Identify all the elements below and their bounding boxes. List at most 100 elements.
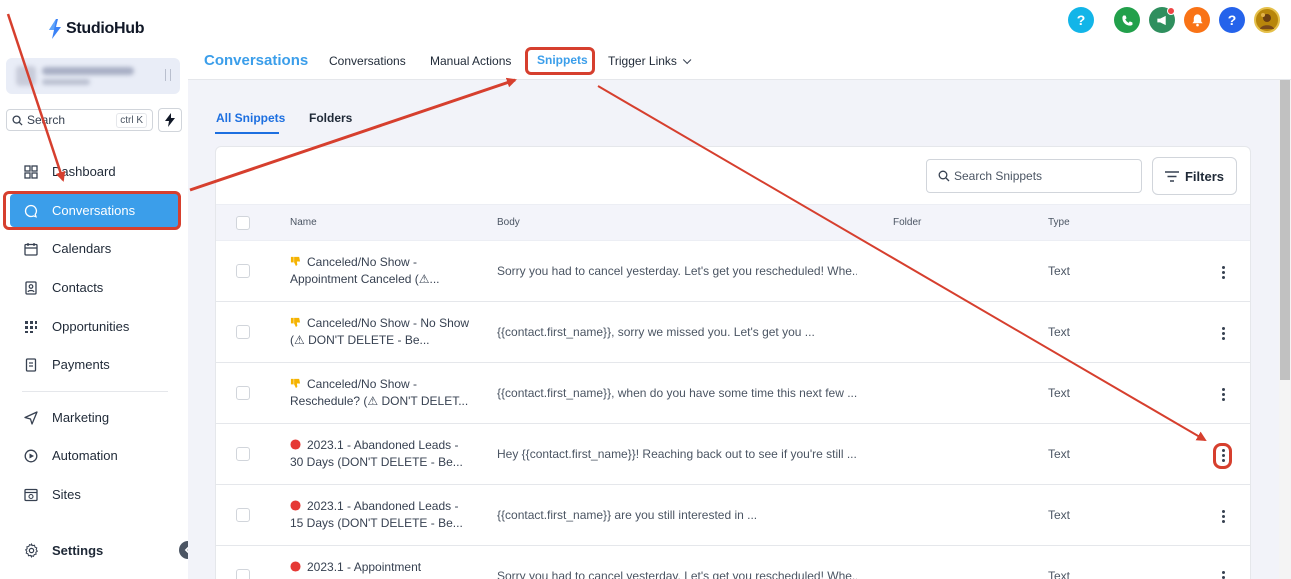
search-icon (12, 114, 23, 126)
table-row[interactable]: Canceled/No Show - No Show (⚠ DON'T DELE… (216, 302, 1250, 363)
phone-icon[interactable] (1114, 7, 1140, 33)
snippet-name[interactable]: Canceled/No Show - No Show (⚠ DON'T DELE… (290, 315, 470, 349)
dashboard-icon (23, 164, 39, 180)
conversations-subnav: Conversations Conversations Manual Actio… (188, 40, 1291, 80)
table-row[interactable]: Canceled/No Show - Reschedule? (⚠ DON'T … (216, 363, 1250, 424)
filters-label: Filters (1184, 168, 1224, 184)
snippets-table-card: Search Snippets Filters Name Body Folder… (215, 146, 1251, 579)
snippet-type: Text (1048, 508, 1071, 522)
lightning-icon (165, 113, 175, 127)
row-checkbox[interactable] (236, 569, 250, 579)
table-header: Name Body Folder Type (216, 204, 1250, 241)
active-tab-indicator (215, 132, 279, 134)
tab-manual-actions[interactable]: Manual Actions (430, 54, 511, 68)
avatar[interactable] (1254, 7, 1280, 33)
red-circle-icon (290, 500, 301, 511)
filter-icon (1164, 170, 1179, 182)
snippet-body: Sorry you had to cancel yesterday. Let's… (497, 569, 857, 579)
row-actions-menu-icon[interactable] (1213, 383, 1233, 405)
snippet-name[interactable]: 2023.1 - Abandoned Leads - 15 Days (DON'… (290, 498, 470, 532)
table-row[interactable]: 2023.1 - Abandoned Leads - 30 Days (DON'… (216, 424, 1250, 485)
column-header-body: Body (497, 217, 520, 228)
help-circle-icon[interactable]: ? (1219, 7, 1245, 33)
table-row[interactable]: 2023.1 - Abandoned Leads - 15 Days (DON'… (216, 485, 1250, 546)
column-header-name[interactable]: Name (290, 217, 317, 228)
search-icon (938, 170, 950, 182)
sidebar-item-label: Sites (52, 487, 81, 502)
snippet-name[interactable]: 2023.1 - Abandoned Leads - 30 Days (DON'… (290, 437, 470, 471)
snippet-body: Sorry you had to cancel yesterday. Let's… (497, 264, 857, 278)
table-row[interactable]: 2023.1 - Appointment Sorry you had to ca… (216, 546, 1250, 579)
gear-icon (23, 543, 39, 559)
account-switcher[interactable] (6, 58, 180, 94)
tab-all-snippets[interactable]: All Snippets (216, 111, 285, 125)
snippet-name-text: Canceled/No Show - Reschedule? (⚠ DON'T … (290, 377, 469, 408)
app-logo[interactable]: StudioHub (47, 19, 144, 39)
sidebar-search[interactable]: Search ctrl K (6, 109, 153, 131)
sidebar-item-label: Contacts (52, 280, 104, 295)
snippet-name[interactable]: Canceled/No Show - Appointment Canceled … (290, 254, 470, 288)
snippet-type: Text (1048, 264, 1071, 278)
tab-snippets[interactable]: Snippets (537, 53, 588, 67)
sidebar: StudioHub Search ctrl K Dashboard Conver… (0, 0, 188, 579)
row-checkbox[interactable] (236, 508, 250, 522)
scrollbar-thumb[interactable] (1280, 80, 1290, 380)
row-actions-menu-icon[interactable] (1213, 322, 1233, 344)
sidebar-item-sites[interactable]: Sites (10, 478, 180, 511)
snippet-name-text: Canceled/No Show - Appointment Canceled … (290, 255, 440, 286)
sidebar-item-settings[interactable]: Settings (10, 534, 180, 567)
sidebar-item-automation[interactable]: Automation (10, 439, 180, 472)
row-checkbox[interactable] (236, 325, 250, 339)
opportunities-icon (23, 319, 39, 335)
thumbs-down-icon (290, 256, 301, 267)
tab-conversations[interactable]: Conversations (329, 54, 406, 68)
tab-trigger-links-label: Trigger Links (608, 54, 677, 68)
filters-button[interactable]: Filters (1152, 157, 1237, 195)
sidebar-item-label: Payments (52, 357, 110, 372)
snippet-name[interactable]: Canceled/No Show - Reschedule? (⚠ DON'T … (290, 376, 470, 410)
snippets-search-input[interactable]: Search Snippets (926, 159, 1142, 193)
announcement-icon[interactable] (1149, 7, 1175, 33)
snippet-body: {{contact.first_name}}, sorry we missed … (497, 325, 815, 339)
red-circle-icon (290, 561, 301, 572)
snippet-type: Text (1048, 569, 1071, 579)
help-icon[interactable]: ? (1068, 7, 1094, 33)
calendar-icon (23, 241, 39, 257)
page-scrollbar[interactable] (1279, 80, 1291, 579)
sidebar-item-dashboard[interactable]: Dashboard (10, 155, 180, 188)
sidebar-item-calendars[interactable]: Calendars (10, 232, 180, 265)
quick-actions-button[interactable] (158, 108, 182, 132)
sidebar-item-label: Calendars (52, 241, 112, 256)
sidebar-item-payments[interactable]: Payments (10, 348, 180, 381)
sidebar-item-contacts[interactable]: Contacts (10, 271, 180, 304)
snippet-type: Text (1048, 325, 1071, 339)
row-actions-menu-icon[interactable] (1213, 566, 1233, 579)
main-content: All Snippets Folders Search Snippets Fil… (188, 80, 1279, 579)
sidebar-item-conversations[interactable]: Conversations (10, 194, 180, 227)
bell-icon[interactable] (1184, 7, 1210, 33)
row-actions-menu-icon[interactable] (1213, 444, 1233, 466)
page-title: Conversations (204, 52, 309, 69)
tab-trigger-links[interactable]: Trigger Links (608, 54, 692, 68)
snippet-body: {{contact.first_name}} are you still int… (497, 508, 758, 522)
select-all-checkbox[interactable] (236, 216, 250, 230)
snippet-name-text: 2023.1 - Abandoned Leads - 15 Days (DON'… (290, 499, 463, 530)
snippet-name[interactable]: 2023.1 - Appointment (290, 559, 470, 576)
sidebar-item-label: Opportunities (52, 319, 130, 334)
sidebar-divider (22, 391, 168, 392)
sidebar-item-marketing[interactable]: Marketing (10, 401, 180, 434)
row-actions-menu-icon[interactable] (1213, 505, 1233, 527)
row-checkbox[interactable] (236, 447, 250, 461)
tab-folders[interactable]: Folders (309, 111, 352, 125)
top-bar: ? ? (188, 0, 1291, 40)
snippet-body: Hey {{contact.first_name}}! Reaching bac… (497, 447, 857, 461)
row-checkbox[interactable] (236, 264, 250, 278)
row-actions-menu-icon[interactable] (1213, 261, 1233, 283)
row-checkbox[interactable] (236, 386, 250, 400)
sidebar-item-label: Dashboard (52, 164, 116, 179)
automation-icon (23, 448, 39, 464)
sidebar-item-opportunities[interactable]: Opportunities (10, 310, 180, 343)
table-row[interactable]: Canceled/No Show - Appointment Canceled … (216, 241, 1250, 302)
snippet-name-text: 2023.1 - Appointment (307, 560, 422, 574)
sidebar-item-label: Settings (52, 543, 104, 558)
